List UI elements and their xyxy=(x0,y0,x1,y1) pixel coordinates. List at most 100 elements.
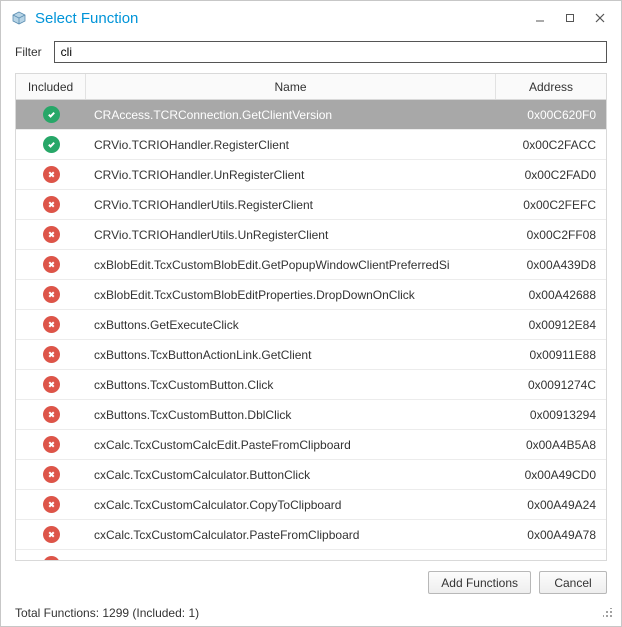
included-cell[interactable] xyxy=(16,196,86,213)
column-header-included[interactable]: Included xyxy=(16,74,86,99)
window-title: Select Function xyxy=(35,10,525,27)
filter-input[interactable] xyxy=(54,41,607,63)
table-row[interactable]: CRVio.TCRIOHandlerUtils.UnRegisterClient… xyxy=(16,220,606,250)
address-cell: 0x00911E88 xyxy=(496,348,606,362)
cross-icon xyxy=(43,466,60,483)
address-cell: 0x00A2FB48 xyxy=(496,558,606,561)
address-cell: 0x00A439D8 xyxy=(496,258,606,272)
table-row[interactable]: cxCalc.TcxCustomCalculator.ButtonClick0x… xyxy=(16,460,606,490)
cross-icon xyxy=(43,406,60,423)
cross-icon xyxy=(43,376,60,393)
included-cell[interactable] xyxy=(16,496,86,513)
included-cell[interactable] xyxy=(16,136,86,153)
resize-grip[interactable] xyxy=(601,606,615,620)
minimize-button[interactable] xyxy=(525,7,555,29)
cross-icon xyxy=(43,286,60,303)
address-cell: 0x00C620F0 xyxy=(496,108,606,122)
table-row[interactable]: CRVio.TCRIOHandlerUtils.RegisterClient0x… xyxy=(16,190,606,220)
status-bar: Total Functions: 1299 (Included: 1) xyxy=(1,602,621,626)
included-cell[interactable] xyxy=(16,376,86,393)
grid-header: Included Name Address xyxy=(16,74,606,100)
name-cell: CRVio.TCRIOHandlerUtils.RegisterClient xyxy=(86,198,496,212)
name-cell: cxButtons.TcxButtonActionLink.GetClient xyxy=(86,348,496,362)
column-header-address[interactable]: Address xyxy=(496,74,606,99)
table-row[interactable]: cxBlobEdit.TcxCustomBlobEdit.GetPopupWin… xyxy=(16,250,606,280)
name-cell: cxCalc.TcxCustomCalculator.CopyToClipboa… xyxy=(86,498,496,512)
included-cell[interactable] xyxy=(16,436,86,453)
address-cell: 0x00C2FF08 xyxy=(496,228,606,242)
address-cell: 0x00A49A24 xyxy=(496,498,606,512)
cross-icon xyxy=(43,526,60,543)
name-cell: cxBlobEdit.TcxCustomBlobEdit.GetPopupWin… xyxy=(86,258,496,272)
address-cell: 0x00912E84 xyxy=(496,318,606,332)
name-cell: cxBlobEdit.TcxCustomBlobEditProperties.D… xyxy=(86,288,496,302)
name-cell: cxCalc.TcxCustomCalculator.PasteFromClip… xyxy=(86,528,496,542)
close-button[interactable] xyxy=(585,7,615,29)
cross-icon xyxy=(43,496,60,513)
name-cell: cxButtons.TcxCustomButton.Click xyxy=(86,378,496,392)
address-cell: 0x00A49CD0 xyxy=(496,468,606,482)
table-row[interactable]: CRVio.TCRIOHandler.UnRegisterClient0x00C… xyxy=(16,160,606,190)
name-cell: cxCalc.TcxCustomCalculator.ButtonClick xyxy=(86,468,496,482)
title-bar: Select Function xyxy=(1,1,621,35)
address-cell: 0x00C2FAD0 xyxy=(496,168,606,182)
filter-label: Filter xyxy=(15,45,46,59)
address-cell: 0x00A42688 xyxy=(496,288,606,302)
name-cell: cxCalc.TcxCustomCalcEdit.PasteFromClipbo… xyxy=(86,438,496,452)
filter-row: Filter xyxy=(1,35,621,73)
table-row[interactable]: cxButtons.TcxCustomButton.Click0x0091274… xyxy=(16,370,606,400)
address-cell: 0x00A4B5A8 xyxy=(496,438,606,452)
included-cell[interactable] xyxy=(16,166,86,183)
cross-icon xyxy=(43,226,60,243)
table-row[interactable]: CRAccess.TCRConnection.GetClientVersion0… xyxy=(16,100,606,130)
name-cell: CRVio.TCRIOHandlerUtils.UnRegisterClient xyxy=(86,228,496,242)
add-functions-button[interactable]: Add Functions xyxy=(428,571,531,594)
included-cell[interactable] xyxy=(16,466,86,483)
included-cell[interactable] xyxy=(16,106,86,123)
name-cell: cxButtons.TcxCustomButton.DblClick xyxy=(86,408,496,422)
app-icon xyxy=(11,10,27,26)
name-cell: CRAccess.TCRConnection.GetClientVersion xyxy=(86,108,496,122)
cross-icon xyxy=(43,316,60,333)
window-controls xyxy=(525,7,615,29)
cross-icon xyxy=(43,166,60,183)
name-cell: cxButtons.GetExecuteClick xyxy=(86,318,496,332)
dialog-buttons: Add Functions Cancel xyxy=(1,561,621,602)
table-row[interactable]: CRVio.TCRIOHandler.RegisterClient0x00C2F… xyxy=(16,130,606,160)
table-row[interactable]: cxCalc.TcxCustomCalculator.CopyToClipboa… xyxy=(16,490,606,520)
included-cell[interactable] xyxy=(16,226,86,243)
included-cell[interactable] xyxy=(16,256,86,273)
grid-body[interactable]: CRAccess.TCRConnection.GetClientVersion0… xyxy=(16,100,606,560)
status-text: Total Functions: 1299 (Included: 1) xyxy=(15,606,199,620)
name-cell: CRVio.TCRIOHandler.RegisterClient xyxy=(86,138,496,152)
cross-icon xyxy=(43,346,60,363)
table-row[interactable]: cxCalc.TcxCustomCalcEdit.PasteFromClipbo… xyxy=(16,430,606,460)
column-header-name[interactable]: Name xyxy=(86,74,496,99)
table-row[interactable]: cxBlobEdit.TcxCustomBlobEditProperties.D… xyxy=(16,280,606,310)
included-cell[interactable] xyxy=(16,286,86,303)
dialog-window: Select Function Filter Included Name Add… xyxy=(0,0,622,627)
included-cell[interactable] xyxy=(16,316,86,333)
table-row[interactable]: cxButtons.TcxCustomButton.DblClick0x0091… xyxy=(16,400,606,430)
table-row[interactable]: cxCalendar.TcxCalendarController.DblClic… xyxy=(16,550,606,560)
function-grid: Included Name Address CRAccess.TCRConnec… xyxy=(15,73,607,561)
included-cell[interactable] xyxy=(16,346,86,363)
table-row[interactable]: cxButtons.TcxButtonActionLink.GetClient0… xyxy=(16,340,606,370)
address-cell: 0x00C2FEFC xyxy=(496,198,606,212)
included-cell[interactable] xyxy=(16,406,86,423)
check-icon xyxy=(43,106,60,123)
table-row[interactable]: cxCalc.TcxCustomCalculator.PasteFromClip… xyxy=(16,520,606,550)
table-row[interactable]: cxButtons.GetExecuteClick0x00912E84 xyxy=(16,310,606,340)
cancel-button[interactable]: Cancel xyxy=(539,571,607,594)
cross-icon xyxy=(43,436,60,453)
included-cell[interactable] xyxy=(16,526,86,543)
address-cell: 0x0091274C xyxy=(496,378,606,392)
address-cell: 0x00C2FACC xyxy=(496,138,606,152)
address-cell: 0x00A49A78 xyxy=(496,528,606,542)
name-cell: cxCalendar.TcxCalendarController.DblClic… xyxy=(86,558,496,561)
maximize-button[interactable] xyxy=(555,7,585,29)
check-icon xyxy=(43,136,60,153)
included-cell[interactable] xyxy=(16,556,86,560)
address-cell: 0x00913294 xyxy=(496,408,606,422)
name-cell: CRVio.TCRIOHandler.UnRegisterClient xyxy=(86,168,496,182)
